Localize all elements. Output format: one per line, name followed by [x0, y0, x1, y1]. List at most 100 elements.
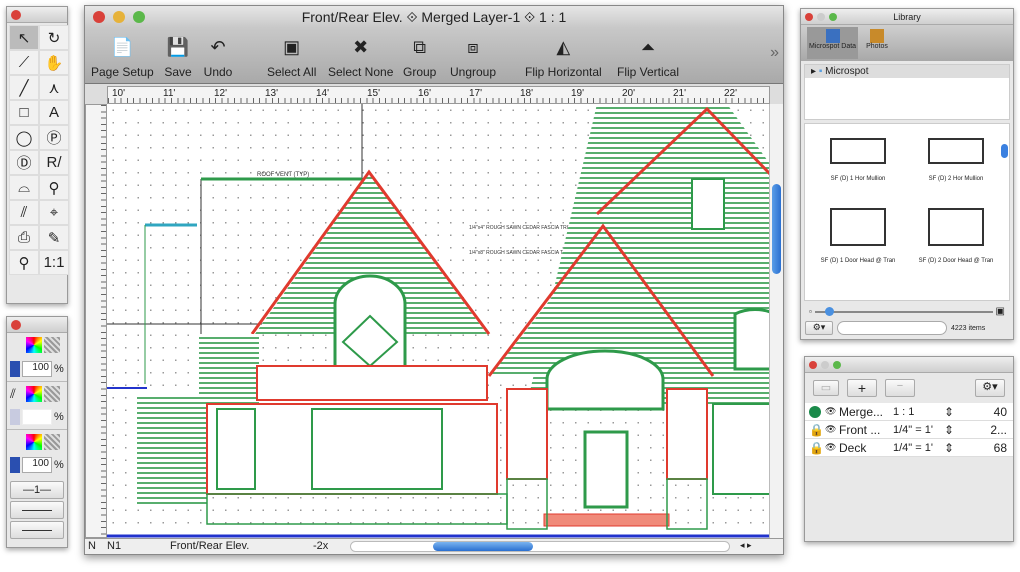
remove-layer-button[interactable]: − — [885, 379, 915, 397]
tool-16-icon[interactable]: ⎙ — [9, 225, 39, 250]
tree-item-microspot[interactable]: ▸ ▪ Microspot — [805, 65, 1009, 78]
gear-menu-button[interactable]: ⚙▾ — [805, 321, 833, 335]
close-button[interactable] — [809, 361, 817, 369]
slider-knob[interactable] — [824, 306, 834, 316]
layer-scale[interactable]: 1 : 1 — [893, 406, 941, 418]
minimize-button[interactable] — [821, 361, 829, 369]
library-item[interactable]: SF (D) 2 Hor Mullion — [911, 134, 1001, 182]
toolbar-ungroup-button[interactable]: ⧈ Ungroup — [450, 32, 496, 80]
add-layer-button[interactable]: + — [847, 379, 877, 397]
tool-2-icon[interactable]: ⟋ — [9, 50, 39, 75]
tab-microspot-data[interactable]: Microspot Data — [807, 27, 859, 59]
library-item[interactable]: SF (D) 1 Hor Mullion — [813, 134, 903, 182]
tool-14-icon[interactable]: ⫽ — [9, 200, 39, 225]
vertical-scrollbar[interactable] — [769, 104, 783, 538]
tool-0-icon[interactable]: ↖ — [9, 25, 39, 50]
lock-icon[interactable]: 🔒 — [809, 441, 824, 455]
scroll-thumb[interactable] — [433, 542, 533, 551]
library-item[interactable]: SF (D) 1 Door Head @ Tran — [813, 204, 903, 264]
toolbar-undo-button[interactable]: ↶ Undo — [203, 32, 233, 80]
toolbar-flip-horizontal-button[interactable]: ◭ Flip Horizontal — [525, 32, 602, 80]
line-style-selector[interactable] — [10, 501, 64, 519]
visibility-eye-icon[interactable]: 👁 — [825, 406, 839, 417]
layer-scale[interactable]: 1/4" = 1' — [893, 442, 941, 454]
tool-18-icon[interactable]: ⚲ — [9, 250, 39, 275]
tool-3-icon[interactable]: ✋ — [39, 50, 69, 75]
shadow-opacity-field[interactable]: 100 — [22, 457, 52, 473]
toolbar-label: Undo — [203, 65, 233, 79]
scale-stepper[interactable]: ⇕ — [941, 405, 957, 419]
shadow-color-icon[interactable] — [26, 433, 42, 450]
line-opacity-field[interactable] — [22, 409, 52, 425]
toolbar-flip-vertical-button[interactable]: ⏶ Flip Vertical — [617, 32, 679, 80]
scale-stepper[interactable]: ⇕ — [941, 423, 957, 437]
close-button[interactable] — [805, 13, 813, 21]
line-color-icon[interactable] — [26, 385, 42, 402]
lock-icon[interactable]: 🔒 — [809, 423, 824, 437]
ruler-label: 11' — [163, 88, 176, 99]
shadow-pattern-icon[interactable] — [44, 433, 60, 450]
layer-scale[interactable]: 1/4" = 1' — [893, 424, 941, 436]
tool-9-icon[interactable]: Ⓟ — [39, 125, 69, 150]
tool-1-icon[interactable]: ↻ — [39, 25, 69, 50]
small-size-icon: ▫ — [809, 307, 812, 316]
photos-icon — [869, 29, 884, 43]
line-weight-selector[interactable]: —1— — [10, 481, 64, 499]
toolbar-page-setup-button[interactable]: 📄 Page Setup — [91, 32, 154, 80]
scroll-thumb[interactable] — [772, 184, 781, 274]
view-name[interactable]: Front/Rear Elev. — [170, 540, 249, 552]
library-search-input[interactable] — [837, 321, 947, 335]
library-item[interactable]: SF (D) 2 Door Head @ Tran — [911, 204, 1001, 264]
tool-5-icon[interactable]: ⋏ — [39, 75, 69, 100]
scroll-thumb[interactable] — [1001, 144, 1008, 158]
layer-options-button[interactable]: ⚙▾ — [975, 379, 1005, 397]
toolbar-group-button[interactable]: ⧉ Group — [403, 32, 436, 80]
zoom-button[interactable] — [829, 13, 837, 21]
drawing-canvas[interactable]: ROOF VENT (TYP) 1/4"x4" ROUGH SAWN CEDAR… — [107, 104, 770, 538]
visibility-eye-icon[interactable]: 👁 — [825, 424, 839, 435]
palette-titlebar — [7, 7, 67, 23]
tool-13-icon[interactable]: ⚲ — [39, 175, 69, 200]
tab-photos[interactable]: Photos — [864, 27, 890, 59]
scale-stepper[interactable]: ⇕ — [941, 441, 957, 455]
tool-10-icon[interactable]: Ⓓ — [9, 150, 39, 175]
toolbar-overflow[interactable]: » — [770, 44, 779, 62]
arrow-style-selector[interactable] — [10, 521, 64, 539]
fill-pattern-icon[interactable] — [44, 337, 60, 353]
scroll-arrows[interactable]: ◂ ▸ — [740, 540, 752, 551]
minimize-button[interactable] — [113, 11, 125, 23]
tool-11-icon[interactable]: R/ — [39, 150, 69, 175]
tool-7-icon[interactable]: A — [39, 100, 69, 125]
tool-6-icon[interactable]: □ — [9, 100, 39, 125]
toolbar-select-none-button[interactable]: ✖ Select None — [328, 32, 393, 80]
visibility-eye-icon[interactable]: 👁 — [825, 442, 839, 453]
fill-opacity-icon — [10, 361, 20, 377]
active-layer-icon[interactable] — [809, 405, 821, 418]
size-slider[interactable] — [814, 306, 993, 316]
close-button[interactable] — [93, 11, 105, 23]
close-button[interactable] — [11, 10, 21, 20]
merge-layers-button[interactable]: ▭ — [813, 380, 839, 396]
zoom-button[interactable] — [833, 361, 841, 369]
tool-15-icon[interactable]: ⌖ — [39, 200, 69, 225]
zoom-level[interactable]: -2x — [313, 540, 328, 552]
page-indicator[interactable]: N1 — [107, 540, 121, 552]
layers-palette: ▭ + − ⚙▾ 👁 Merge... 1 : 1 ⇕ 40 🔒 👁 Front ... 1/4… — [804, 356, 1014, 542]
layer-row[interactable]: 🔒 👁 Deck 1/4" = 1' ⇕ 68 — [805, 439, 1013, 457]
toolbar-save-button[interactable]: 💾 Save — [163, 32, 193, 80]
tool-19-icon[interactable]: 1:1 — [39, 250, 69, 275]
fill-color-icon[interactable] — [26, 337, 42, 353]
fill-opacity-field[interactable]: 100 — [22, 361, 52, 377]
layer-row[interactable]: 👁 Merge... 1 : 1 ⇕ 40 — [805, 403, 1013, 421]
tool-12-icon[interactable]: ⌓ — [9, 175, 39, 200]
close-button[interactable] — [11, 320, 21, 330]
line-pattern-icon[interactable] — [44, 385, 60, 402]
zoom-button[interactable] — [133, 11, 145, 23]
layer-row[interactable]: 🔒 👁 Front ... 1/4" = 1' ⇕ 2... — [805, 421, 1013, 439]
toolbar-select-all-button[interactable]: ▣ Select All — [267, 32, 316, 80]
tool-17-icon[interactable]: ✎ — [39, 225, 69, 250]
horizontal-scrollbar[interactable] — [350, 541, 730, 552]
minimize-button[interactable] — [817, 13, 825, 21]
tool-8-icon[interactable]: ◯ — [9, 125, 39, 150]
tool-4-icon[interactable]: ╱ — [9, 75, 39, 100]
